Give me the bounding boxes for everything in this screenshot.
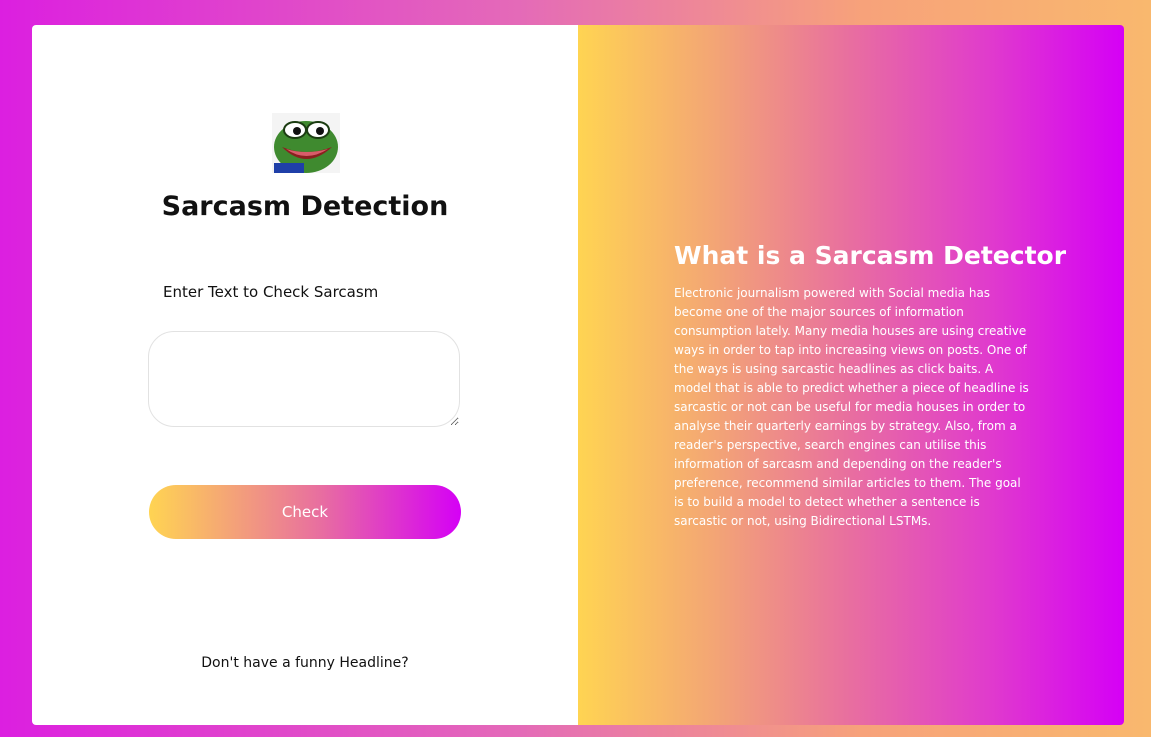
headline-input[interactable]: [148, 331, 460, 427]
no-headline-link[interactable]: Don't have a funny Headline?: [32, 655, 578, 671]
form-panel: Sarcasm Detection Enter Text to Check Sa…: [32, 25, 578, 725]
input-label: Enter Text to Check Sarcasm: [163, 283, 379, 301]
info-heading: What is a Sarcasm Detector: [674, 241, 1067, 270]
info-description: Electronic journalism powered with Socia…: [674, 286, 1029, 528]
main-card: Sarcasm Detection Enter Text to Check Sa…: [32, 25, 1124, 725]
app-title: Sarcasm Detection: [161, 191, 449, 222]
check-button[interactable]: Check: [149, 485, 461, 539]
frog-meme-icon: [272, 113, 340, 173]
info-panel: What is a Sarcasm Detector Electronic jo…: [578, 25, 1124, 725]
